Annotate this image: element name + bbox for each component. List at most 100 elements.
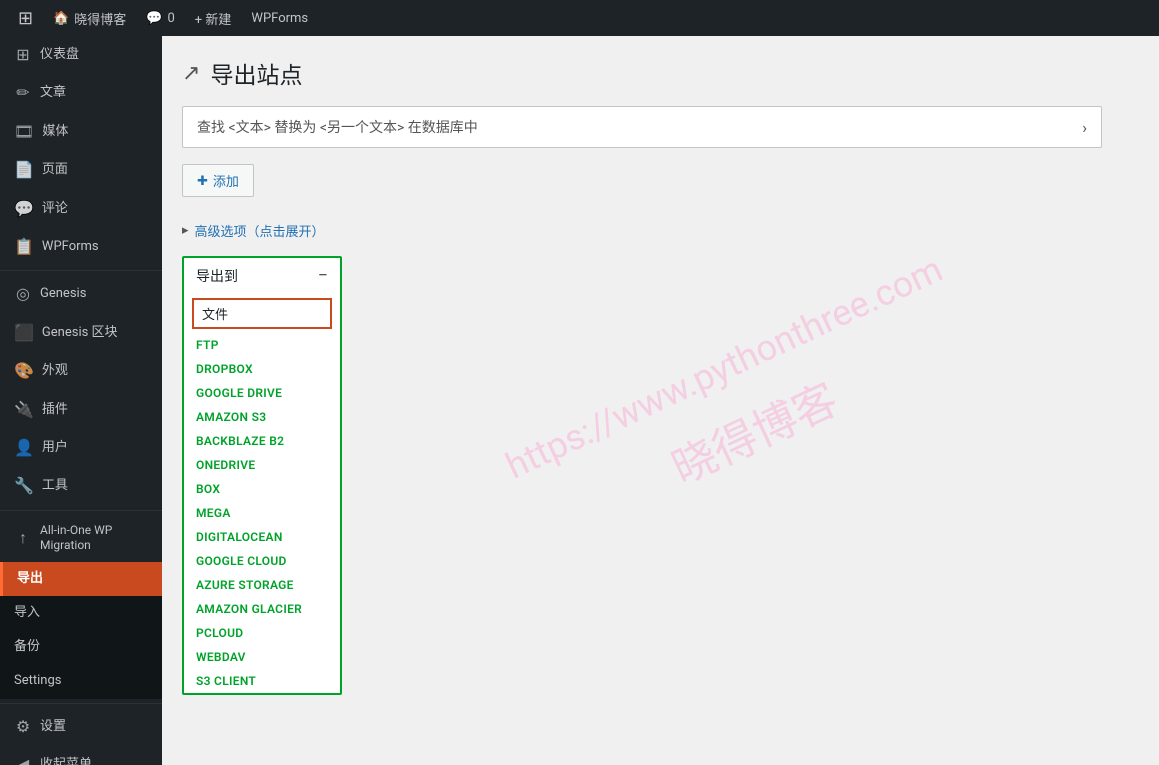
comments-sidebar-icon: 💬 [14, 198, 34, 220]
sidebar-backup-label: 备份 [14, 638, 40, 656]
export-s3client-item[interactable]: S3 CLIENT [184, 669, 340, 693]
export-mega-label: MEGA [196, 506, 231, 520]
search-replace-bar[interactable]: 查找 <文本> 替换为 <另一个文本> 在数据库中 › [182, 106, 1102, 148]
advanced-options-label: 高级选项（点击展开） [195, 221, 325, 240]
add-button-label: 添加 [213, 171, 239, 190]
export-s3client-label: S3 CLIENT [196, 674, 256, 688]
sidebar-collapse-label: 收起菜单 [40, 756, 92, 765]
sidebar-appearance-label: 外观 [42, 362, 68, 380]
sidebar-item-appearance[interactable]: 🎨 外观 [0, 352, 162, 390]
admin-bar: ⊞ 🏠 晓得博客 💬 0 + 新建 WPForms [0, 0, 1159, 36]
comments-icon: 💬 [146, 11, 162, 26]
export-amazons3-item[interactable]: AMAZON S3 [184, 405, 340, 429]
export-amazons3-label: AMAZON S3 [196, 410, 266, 424]
sidebar-item-dashboard[interactable]: ⊞ 仪表盘 [0, 36, 162, 74]
plus-icon: ✚ [197, 173, 208, 189]
export-dropdown-collapse-icon[interactable]: − [318, 267, 328, 285]
advanced-options[interactable]: ▸ 高级选项（点击展开） [182, 221, 1139, 240]
sidebar-settings-sub-label: Settings [14, 672, 61, 690]
posts-icon: ✏ [14, 82, 32, 104]
export-backblaze-label: BACKBLAZE B2 [196, 434, 284, 448]
wpforms-icon: 📋 [14, 236, 34, 258]
add-button[interactable]: ✚ 添加 [182, 164, 254, 197]
export-mega-item[interactable]: MEGA [184, 501, 340, 525]
export-digitalocean-item[interactable]: DIGITALOCEAN [184, 525, 340, 549]
sidebar-settings-label: 设置 [40, 718, 66, 736]
export-azure-item[interactable]: AZURE STORAGE [184, 573, 340, 597]
sidebar-item-genesis-blocks[interactable]: ⬛ Genesis 区块 [0, 314, 162, 352]
home-icon: 🏠 [53, 11, 69, 26]
export-box-item[interactable]: BOX [184, 477, 340, 501]
adminbar-comments[interactable]: 💬 0 [136, 0, 185, 36]
sidebar-item-settings[interactable]: ⚙ 设置 [0, 708, 162, 746]
plugin-label: WPForms [251, 11, 308, 26]
sidebar-item-export[interactable]: 导出 [0, 562, 162, 596]
search-replace-text: 查找 <文本> 替换为 <另一个文本> 在数据库中 [197, 117, 1082, 137]
sidebar-item-media[interactable]: 🎞 媒体 [0, 113, 162, 151]
pages-icon: 📄 [14, 159, 34, 181]
export-ftp-item[interactable]: FTP [184, 333, 340, 357]
genesis-icon: ◎ [14, 283, 32, 305]
watermark-name: 晓得博客 [524, 301, 985, 566]
sidebar-item-backup[interactable]: 备份 [0, 630, 162, 664]
plugins-icon: 🔌 [14, 399, 34, 421]
export-amazonglacier-item[interactable]: AMAZON GLACIER [184, 597, 340, 621]
new-label: + 新建 [195, 9, 232, 28]
sidebar-item-posts[interactable]: ✏ 文章 [0, 74, 162, 112]
export-onedrive-label: ONEDRIVE [196, 458, 255, 472]
sidebar-divider-1 [0, 270, 162, 271]
tools-icon: 🔧 [14, 475, 34, 497]
export-backblaze-item[interactable]: BACKBLAZE B2 [184, 429, 340, 453]
settings-icon: ⚙ [14, 716, 32, 738]
export-googlecloud-item[interactable]: GOOGLE CLOUD [184, 549, 340, 573]
export-dropbox-label: DROPBOX [196, 362, 253, 376]
sidebar-item-wpforms[interactable]: 📋 WPForms [0, 228, 162, 266]
sidebar-item-import[interactable]: 导入 [0, 596, 162, 630]
export-pcloud-item[interactable]: PCLOUD [184, 621, 340, 645]
sidebar-genesis-blocks-label: Genesis 区块 [42, 324, 118, 342]
sidebar-divider-3 [0, 703, 162, 704]
sidebar-item-users[interactable]: 👤 用户 [0, 429, 162, 467]
media-icon: 🎞 [14, 121, 34, 143]
site-name-label: 晓得博客 [74, 9, 126, 28]
main-content: ↗ 导出站点 查找 <文本> 替换为 <另一个文本> 在数据库中 › ✚ 添加 … [162, 36, 1159, 765]
export-webdav-item[interactable]: WEBDAV [184, 645, 340, 669]
sidebar-item-comments[interactable]: 💬 评论 [0, 190, 162, 228]
sidebar: ⊞ 仪表盘 ✏ 文章 🎞 媒体 📄 页面 💬 评论 📋 WPForms ◎ Ge… [0, 36, 162, 765]
sidebar-item-tools[interactable]: 🔧 工具 [0, 467, 162, 505]
adminbar-wpforms[interactable]: WPForms [241, 0, 318, 36]
export-file-label: 文件 [202, 308, 228, 323]
adminbar-wp-logo[interactable]: ⊞ [8, 0, 43, 36]
sidebar-item-collapse[interactable]: ◀ 收起菜单 [0, 746, 162, 765]
sidebar-tools-label: 工具 [42, 477, 68, 495]
export-googledrive-item[interactable]: GOOGLE DRIVE [184, 381, 340, 405]
sidebar-import-label: 导入 [14, 604, 40, 622]
adminbar-new[interactable]: + 新建 [185, 0, 242, 36]
export-dropbox-item[interactable]: DROPBOX [184, 357, 340, 381]
adminbar-site-name[interactable]: 🏠 晓得博客 [43, 0, 136, 36]
export-digitalocean-label: DIGITALOCEAN [196, 530, 283, 544]
collapse-icon: ◀ [14, 754, 32, 765]
sidebar-export-label: 导出 [17, 570, 43, 588]
sidebar-item-allinone[interactable]: ↑ All-in-One WPMigration [0, 515, 162, 562]
sidebar-wpforms-label: WPForms [42, 238, 99, 256]
wp-logo-icon: ⊞ [18, 8, 33, 29]
sidebar-item-plugins[interactable]: 🔌 插件 [0, 391, 162, 429]
export-dropdown-header: 导出到 − [184, 258, 340, 294]
export-icon: ↗ [182, 61, 200, 86]
export-onedrive-item[interactable]: ONEDRIVE [184, 453, 340, 477]
sidebar-item-settings-sub[interactable]: Settings [0, 664, 162, 698]
sidebar-allinone-label: All-in-One WPMigration [40, 523, 112, 554]
arrow-right-icon: ▸ [182, 223, 189, 238]
export-amazonglacier-label: AMAZON GLACIER [196, 602, 302, 616]
sidebar-item-genesis[interactable]: ◎ Genesis [0, 275, 162, 313]
export-googledrive-label: GOOGLE DRIVE [196, 386, 282, 400]
page-title: ↗ 导出站点 [182, 56, 1139, 90]
sidebar-item-pages[interactable]: 📄 页面 [0, 151, 162, 189]
content-area: ↗ 导出站点 查找 <文本> 替换为 <另一个文本> 在数据库中 › ✚ 添加 … [182, 56, 1139, 695]
export-ftp-label: FTP [196, 338, 219, 352]
sidebar-dashboard-label: 仪表盘 [40, 46, 79, 64]
export-file-item[interactable]: 文件 [192, 298, 332, 329]
comments-count: 0 [167, 11, 174, 26]
sidebar-media-label: 媒体 [42, 123, 68, 141]
